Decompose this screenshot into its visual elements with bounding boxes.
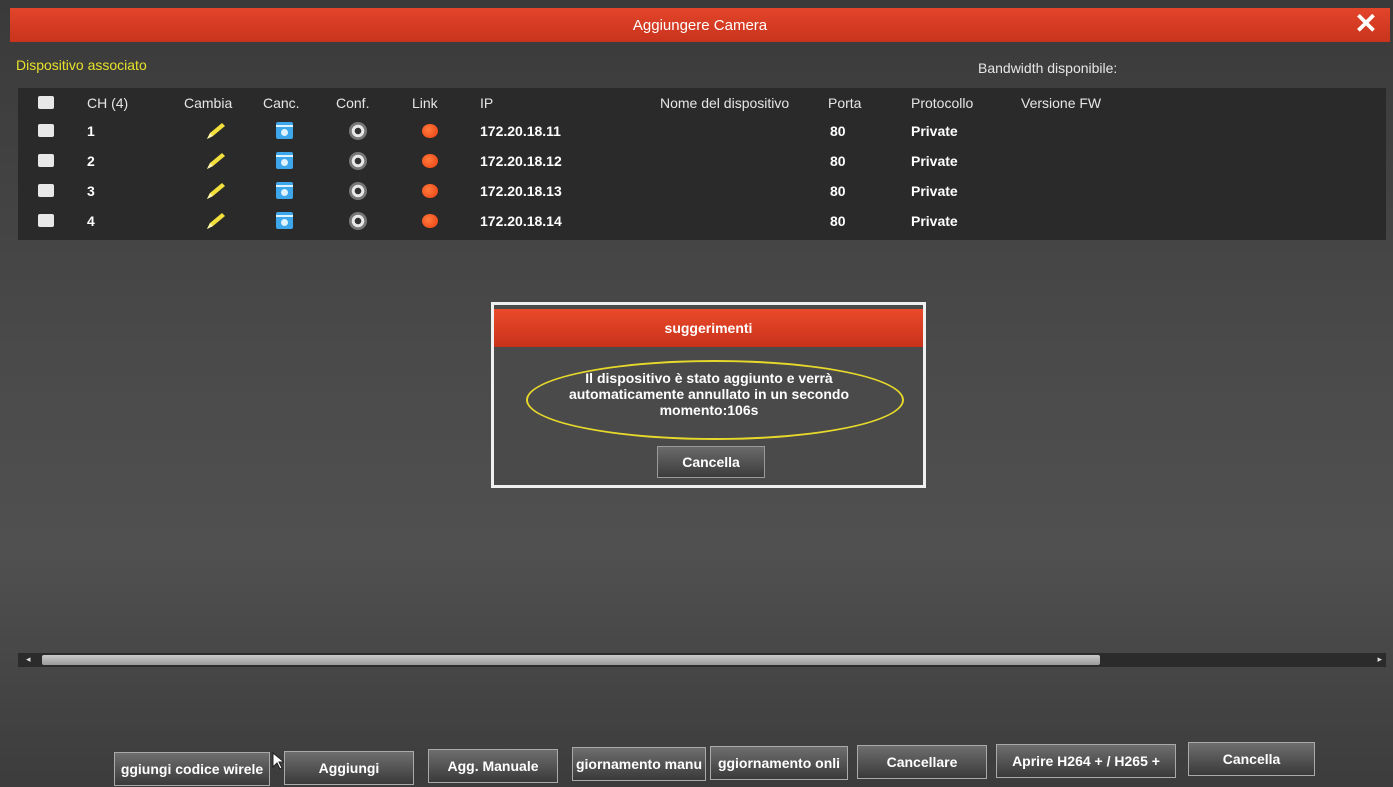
tips-dialog: suggerimenti Il dispositivo è stato aggi… [491, 302, 926, 488]
manual-update-button[interactable]: giornamento manu [572, 747, 706, 781]
row-porta: 80 [830, 123, 846, 139]
close-icon[interactable]: ✕ [1352, 10, 1380, 39]
dialog-countdown: momento:106s [659, 402, 759, 418]
eye-icon[interactable] [349, 212, 367, 230]
header-conf: Conf. [336, 95, 370, 111]
row-checkbox[interactable] [38, 184, 54, 197]
scrollbar-thumb[interactable] [42, 655, 1100, 665]
eye-icon[interactable] [349, 122, 367, 140]
screen: Aggiungere Camera ✕ Dispositivo associat… [0, 0, 1393, 787]
row-checkbox[interactable] [38, 124, 54, 137]
header-ch: CH (4) [87, 95, 129, 111]
link-status-dot [422, 184, 438, 198]
scroll-right-icon[interactable]: ▸ [1377, 654, 1382, 665]
cancel-button[interactable]: Cancella [1188, 742, 1315, 776]
pencil-icon[interactable] [204, 120, 228, 142]
row-ch: 4 [87, 213, 95, 229]
dialog-message-line: automaticamente annullato in un secondo [568, 386, 850, 402]
online-update-button[interactable]: ggiornamento onli [710, 746, 848, 780]
section-title: Dispositivo associato [16, 57, 147, 73]
row-ip: 172.20.18.12 [480, 153, 562, 169]
open-h264-h265-button[interactable]: Aprire H264 + / H265 + [996, 744, 1176, 778]
trash-icon[interactable] [276, 212, 293, 229]
table-header: CH (4) Cambia Canc. Conf. Link IP Nome d… [18, 88, 1386, 118]
row-ip: 172.20.18.14 [480, 213, 562, 229]
select-all-checkbox[interactable] [38, 96, 54, 109]
table-row[interactable]: 4 172.20.18.14 80 Private [18, 206, 1386, 236]
title-bar: Aggiungere Camera ✕ [10, 8, 1390, 42]
table-row[interactable]: 3 172.20.18.13 80 Private [18, 176, 1386, 206]
header-link: Link [412, 95, 438, 111]
pencil-icon[interactable] [204, 210, 228, 232]
row-ch: 3 [87, 183, 95, 199]
dialog-message-line: Il dispositivo è stato aggiunto e verrà [585, 370, 833, 386]
row-protocollo: Private [911, 123, 958, 139]
header-cambia: Cambia [184, 95, 233, 111]
link-status-dot [422, 154, 438, 168]
trash-icon[interactable] [276, 122, 293, 139]
table-row[interactable]: 1 172.20.18.11 80 Private [18, 116, 1386, 146]
dialog-title: suggerimenti [494, 309, 923, 347]
bandwidth-label: Bandwidth disponibile: [978, 60, 1118, 76]
manual-add-button[interactable]: Agg. Manuale [428, 749, 558, 783]
row-checkbox[interactable] [38, 214, 54, 227]
dialog-message: Il dispositivo è stato aggiunto e verrà … [524, 370, 894, 418]
row-ip: 172.20.18.11 [480, 123, 561, 139]
dialog-cancel-button[interactable]: Cancella [657, 446, 765, 478]
row-protocollo: Private [911, 213, 958, 229]
row-ch: 1 [87, 123, 95, 139]
add-wireless-code-button[interactable]: ggiungi codice wirele [114, 752, 270, 786]
window-title: Aggiungere Camera [632, 16, 768, 34]
trash-icon[interactable] [276, 152, 293, 169]
eye-icon[interactable] [349, 152, 367, 170]
row-protocollo: Private [911, 183, 958, 199]
row-ip: 172.20.18.13 [480, 183, 562, 199]
header-ip: IP [480, 95, 494, 111]
header-nome: Nome del dispositivo [660, 95, 790, 111]
pencil-icon[interactable] [204, 150, 228, 172]
row-porta: 80 [830, 183, 846, 199]
header-canc: Canc. [263, 95, 300, 111]
cancellare-button[interactable]: Cancellare [857, 745, 987, 779]
link-status-dot [422, 214, 438, 228]
header-protocollo: Protocollo [911, 95, 974, 111]
add-button[interactable]: Aggiungi [284, 751, 414, 785]
pencil-icon[interactable] [204, 180, 228, 202]
header-versione: Versione FW [1021, 95, 1102, 111]
row-porta: 80 [830, 153, 846, 169]
row-checkbox[interactable] [38, 154, 54, 167]
row-ch: 2 [87, 153, 95, 169]
table-row[interactable]: 2 172.20.18.12 80 Private [18, 146, 1386, 176]
eye-icon[interactable] [349, 182, 367, 200]
device-table: CH (4) Cambia Canc. Conf. Link IP Nome d… [18, 88, 1386, 240]
horizontal-scrollbar[interactable]: ◂ ▸ [18, 653, 1386, 667]
scroll-left-icon[interactable]: ◂ [26, 654, 31, 665]
row-porta: 80 [830, 213, 846, 229]
link-status-dot [422, 124, 438, 138]
header-porta: Porta [828, 95, 862, 111]
trash-icon[interactable] [276, 182, 293, 199]
row-protocollo: Private [911, 153, 958, 169]
